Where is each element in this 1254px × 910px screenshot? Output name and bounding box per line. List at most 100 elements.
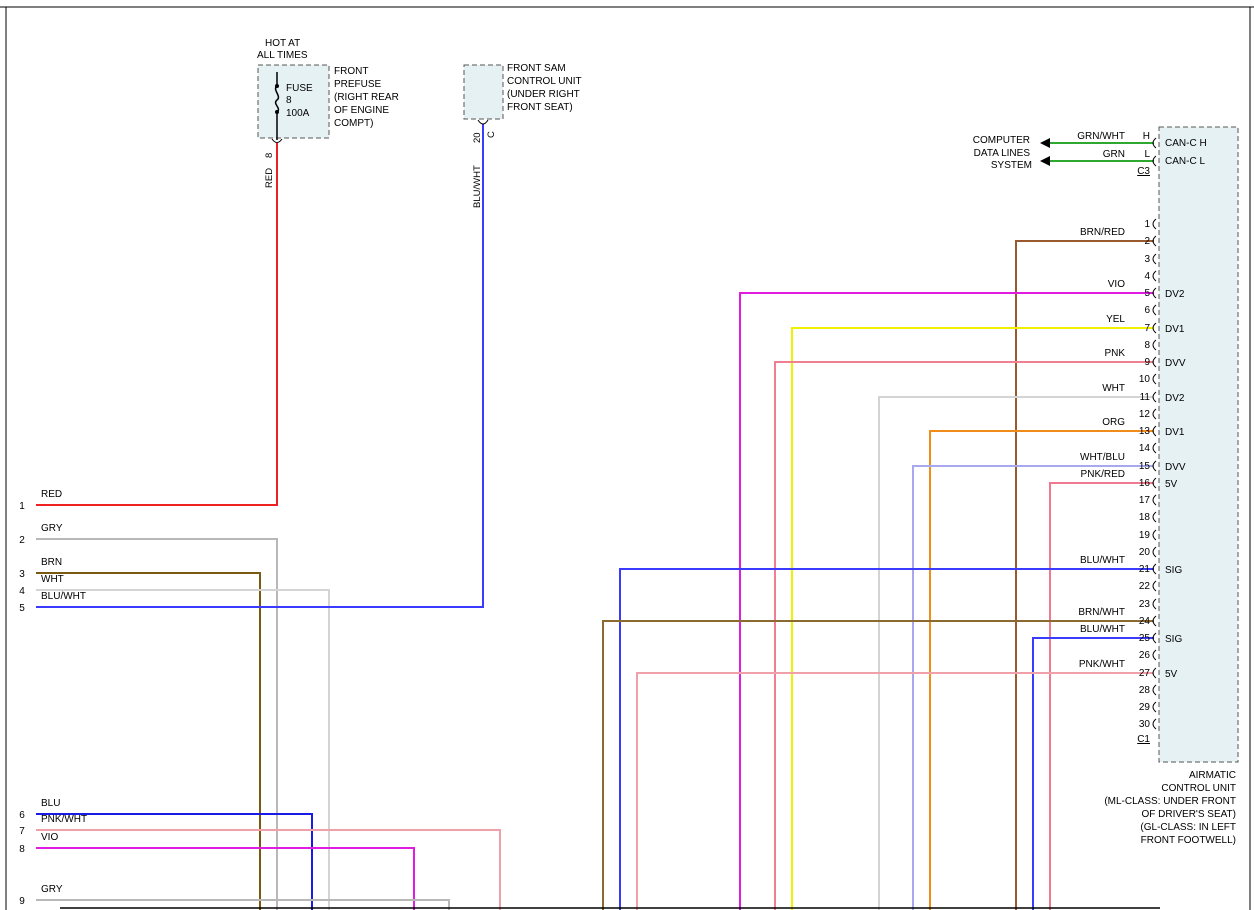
can-signal-name: CAN-C L — [1165, 156, 1205, 167]
right-pin-number: 29 — [1139, 702, 1151, 713]
right-wire-color-label: WHT/BLU — [1080, 452, 1125, 463]
pin-socket-icon — [1152, 322, 1157, 334]
pin-socket-icon — [1152, 460, 1157, 472]
fuse-pin-label: 8 — [264, 153, 275, 158]
pin-socket-icon — [1152, 408, 1157, 420]
fuse-side-line-2: PREFUSE — [334, 79, 382, 90]
right-pin-number: 10 — [1139, 374, 1151, 385]
pin-socket-icon — [1152, 563, 1157, 575]
right-pin-number: 7 — [1144, 323, 1150, 334]
left-pin-number: 4 — [19, 586, 25, 597]
fuse-inner-line-1: FUSE — [286, 83, 313, 94]
sam-connector-label: C — [486, 131, 497, 138]
front-sam-box: FRONT SAM CONTROL UNIT (UNDER RIGHT FRON… — [463, 63, 582, 208]
left-wire-color-label: GRY — [41, 884, 63, 895]
right-signal-name: DVV — [1165, 358, 1186, 369]
right-wire-color-label: ORG — [1102, 417, 1125, 428]
right-wire-color-label: BLU/WHT — [1080, 555, 1125, 566]
pin-socket-icon — [1152, 701, 1157, 713]
right-pin-number: 27 — [1139, 668, 1151, 679]
right-pin-number: 8 — [1144, 340, 1150, 351]
left-wire-color-label: GRY — [41, 523, 63, 534]
wire-right-pin-7 — [791, 327, 1154, 910]
control-unit-outline — [1158, 126, 1239, 763]
pin-socket-icon — [1152, 615, 1157, 627]
sam-connector-icon — [477, 119, 489, 125]
control-unit-label-2: CONTROL UNIT — [1161, 783, 1236, 794]
left-pin-number: 9 — [19, 896, 25, 907]
right-signal-name: DVV — [1165, 462, 1186, 473]
fuse-inner-line-3: 100A — [286, 108, 310, 119]
sam-side-line-4: FRONT SEAT) — [507, 102, 573, 113]
wire-left-pin-7 — [36, 829, 501, 910]
pin-socket-icon — [1152, 218, 1157, 230]
right-pin-number: 11 — [1140, 392, 1151, 403]
right-pin-number: 19 — [1139, 530, 1151, 541]
left-wire-color-label: BLU/WHT — [41, 591, 86, 602]
right-pin-number: 17 — [1139, 495, 1151, 506]
left-pin-number: 6 — [19, 810, 25, 821]
pin-socket-icon — [1152, 494, 1157, 506]
right-pin-number: 30 — [1139, 719, 1151, 730]
pin-socket-icon — [1152, 529, 1157, 541]
left-wire-color-label: RED — [41, 489, 62, 500]
c3-connector-label: C3 — [1137, 166, 1150, 177]
right-wire-color-label: BRN/RED — [1080, 227, 1125, 238]
wires — [36, 124, 1160, 910]
pin-socket-icon — [1152, 442, 1157, 454]
left-wire-color-label: BLU — [41, 798, 60, 809]
left-wire-color-label: VIO — [41, 832, 58, 843]
right-pin-number: 14 — [1139, 443, 1151, 454]
fuse-header-line-2: ALL TIMES — [257, 50, 308, 61]
control-unit-label-6: FRONT FOOTWELL) — [1141, 835, 1236, 846]
pin-socket-icon — [1152, 649, 1157, 661]
right-pin-number: 5 — [1144, 288, 1150, 299]
pin-socket-icon — [1152, 304, 1157, 316]
can-pin-label: H — [1143, 131, 1150, 142]
right-pin-number: 4 — [1144, 271, 1150, 282]
right-pin-number: 16 — [1139, 478, 1151, 489]
right-signal-name: SIG — [1165, 565, 1182, 576]
right-pin-number: 28 — [1139, 685, 1151, 696]
wire-left-pin-5 — [36, 124, 484, 608]
pin-socket-icon — [1152, 137, 1157, 149]
left-pin-number: 1 — [19, 501, 25, 512]
right-signal-name: DV2 — [1165, 289, 1185, 300]
data-lines-line-1: COMPUTER — [973, 135, 1030, 146]
right-signal-name: DV2 — [1165, 393, 1185, 404]
left-pin-number: 7 — [19, 826, 25, 837]
wire-right-pin-27 — [636, 672, 1154, 910]
right-wire-color-label: YEL — [1106, 314, 1125, 325]
right-signal-name: DV1 — [1165, 324, 1185, 335]
control-unit-label-3: (ML-CLASS: UNDER FRONT — [1104, 796, 1236, 807]
fuse-header-line-1: HOT AT — [265, 38, 300, 49]
wiring-diagram: HOT AT ALL TIMES FUSE 8 100A FRONT PREFU… — [0, 6, 1254, 910]
right-wire-color-label: PNK/RED — [1081, 469, 1125, 480]
right-pin-number: 20 — [1139, 547, 1151, 558]
wire-right-pin-2 — [1015, 240, 1154, 910]
right-pin-number: 12 — [1139, 409, 1151, 420]
left-pin-number: 2 — [19, 535, 25, 546]
right-wire-color-label: PNK — [1104, 348, 1125, 359]
wire-left-pin-3 — [36, 572, 261, 910]
fuse-terminal-top-icon — [275, 84, 279, 88]
right-pin-number: 26 — [1139, 650, 1151, 661]
pin-socket-icon — [1152, 270, 1157, 282]
can-wire-color-label: GRN — [1103, 149, 1125, 160]
data-lines-line-3: SYSTEM — [991, 160, 1032, 171]
pins: 1 RED 2 GRY 3 BRN 4 WHT 5 BLU/WHT 6 BLU 7 PNK/WHT 8 VIO… — [19, 131, 1206, 907]
right-wire-color-label: WHT — [1102, 383, 1125, 394]
pin-socket-icon — [1152, 718, 1157, 730]
fuse-side-line-5: COMPT) — [334, 118, 373, 129]
arrow-left-icon — [1040, 156, 1050, 166]
pin-socket-icon — [1152, 253, 1157, 265]
wire-right-pin-9 — [774, 361, 1154, 910]
pin-socket-icon — [1152, 477, 1157, 489]
right-pin-number: 21 — [1139, 564, 1151, 575]
can-wire-color-label: GRN/WHT — [1077, 131, 1125, 142]
pin-socket-icon — [1152, 373, 1157, 385]
right-pin-number: 13 — [1139, 426, 1151, 437]
pin-socket-icon — [1152, 155, 1157, 167]
fuse-side-line-1: FRONT — [334, 66, 368, 77]
data-lines-label: COMPUTER DATA LINES SYSTEM — [973, 135, 1050, 171]
